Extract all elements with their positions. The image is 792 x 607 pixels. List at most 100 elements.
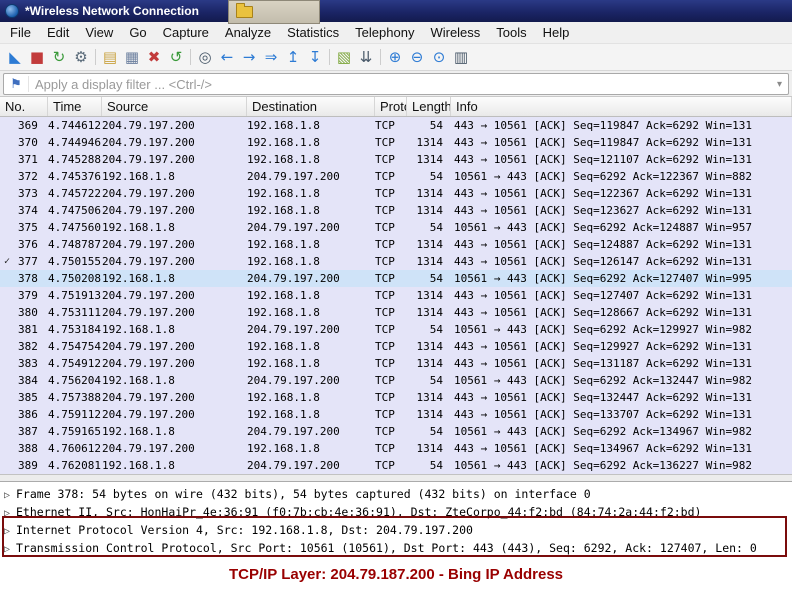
packet-row-371[interactable]: 371 4.745288 204.79.197.200 192.168.1.8 TCP 1…	[0, 151, 792, 168]
packet-row-375[interactable]: 375 4.747560 192.168.1.8 204.79.197.200 TCP 5…	[0, 219, 792, 236]
filter-bookmark-icon[interactable]: ⚑	[4, 76, 29, 92]
cell-destination: 192.168.1.8	[247, 391, 320, 404]
column-header-destination[interactable]: Destination	[247, 97, 375, 116]
packet-row-388[interactable]: 388 4.760612 204.79.197.200 192.168.1.8 TCP 1…	[0, 440, 792, 457]
cell-marker	[0, 440, 14, 457]
pane-splitter[interactable]	[0, 474, 792, 482]
cell-length: 1314	[416, 153, 444, 166]
packet-row-374[interactable]: 374 4.747506 204.79.197.200 192.168.1.8 TCP 1…	[0, 202, 792, 219]
cell-protocol: TCP	[375, 306, 395, 319]
cell-time: 4.744612	[48, 119, 101, 132]
cell-no: 378	[18, 272, 38, 285]
expand-arrow-icon[interactable]: ▷	[4, 541, 16, 557]
cell-marker	[0, 389, 14, 406]
menu-item-go[interactable]: Go	[121, 23, 154, 42]
cell-source: 204.79.197.200	[102, 442, 195, 455]
zoom-out-icon[interactable]: ⊖	[406, 46, 428, 68]
filter-dropdown-icon[interactable]: ▾	[771, 79, 788, 90]
column-header-time[interactable]: Time	[48, 97, 102, 116]
zoom-in-icon[interactable]: ⊕	[384, 46, 406, 68]
display-filter-input[interactable]: ⚑ Apply a display filter ... <Ctrl-/> ▾	[3, 73, 789, 95]
column-header-info[interactable]: Info	[451, 97, 792, 116]
expand-arrow-icon[interactable]: ▷	[4, 505, 16, 521]
go-last-packet-icon[interactable]: ↧	[304, 46, 326, 68]
go-forward-icon[interactable]: →	[238, 46, 260, 68]
cell-no: 377	[18, 255, 38, 268]
open-file-icon[interactable]: ▤	[99, 46, 121, 68]
detail-text: Transmission Control Protocol, Src Port:…	[16, 541, 757, 555]
capture-options-icon[interactable]: ⚙	[70, 46, 92, 68]
go-back-icon[interactable]: ←	[216, 46, 238, 68]
packet-row-383[interactable]: 383 4.754912 204.79.197.200 192.168.1.8 TCP 1…	[0, 355, 792, 372]
cell-source: 192.168.1.8	[102, 221, 175, 234]
stop-capture-icon[interactable]: ■	[26, 46, 48, 68]
detail-line-4[interactable]: ▷ Transmission Control Protocol, Src Port…	[4, 539, 792, 557]
menu-item-analyze[interactable]: Analyze	[217, 23, 279, 42]
packet-row-377[interactable]: ✓ 377 4.750155 204.79.197.200 192.168.1.8 TCP…	[0, 253, 792, 270]
go-to-packet-icon[interactable]: ⇒	[260, 46, 282, 68]
packet-row-385[interactable]: 385 4.757388 204.79.197.200 192.168.1.8 TCP 1…	[0, 389, 792, 406]
resize-columns-icon[interactable]: ▥	[450, 46, 472, 68]
cell-length: 1314	[416, 306, 444, 319]
go-first-packet-icon[interactable]: ↥	[282, 46, 304, 68]
packet-row-386[interactable]: 386 4.759112 204.79.197.200 192.168.1.8 TCP 1…	[0, 406, 792, 423]
packet-row-373[interactable]: 373 4.745722 204.79.197.200 192.168.1.8 TCP 1…	[0, 185, 792, 202]
cell-length: 54	[429, 272, 443, 285]
cell-source: 204.79.197.200	[102, 408, 195, 421]
menu-item-edit[interactable]: Edit	[39, 23, 77, 42]
save-file-icon[interactable]: ▦	[121, 46, 143, 68]
detail-line-1[interactable]: ▷ Frame 378: 54 bytes on wire (432 bits),…	[4, 485, 792, 503]
cell-time: 4.754754	[48, 340, 101, 353]
cell-destination: 192.168.1.8	[247, 306, 320, 319]
cell-info: 10561 → 443 [ACK] Seq=6292 Ack=124887 Wi…	[454, 221, 753, 234]
menu-item-wireless[interactable]: Wireless	[422, 23, 488, 42]
reload-icon[interactable]: ↺	[165, 46, 187, 68]
expand-arrow-icon[interactable]: ▷	[4, 523, 16, 539]
packet-row-370[interactable]: 370 4.744946 204.79.197.200 192.168.1.8 TCP 1…	[0, 134, 792, 151]
cell-info: 10561 → 443 [ACK] Seq=6292 Ack=136227 Wi…	[454, 459, 753, 472]
detail-line-2[interactable]: ▷ Ethernet II, Src: HonHaiPr_4e:36:91 (f0…	[4, 503, 792, 521]
cell-source: 204.79.197.200	[102, 238, 195, 251]
colorize-packets-icon[interactable]: ▧	[333, 46, 355, 68]
cell-protocol: TCP	[375, 340, 395, 353]
column-header-source[interactable]: Source	[102, 97, 247, 116]
detail-line-3[interactable]: ▷ Internet Protocol Version 4, Src: 192.1…	[4, 521, 792, 539]
menu-item-file[interactable]: File	[2, 23, 39, 42]
cell-time: 4.747506	[48, 204, 101, 217]
menu-item-telephony[interactable]: Telephony	[347, 23, 422, 42]
packet-row-378[interactable]: 378 4.750208 192.168.1.8 204.79.197.200 TCP 5…	[0, 270, 792, 287]
column-header-protocol[interactable]: Protoc	[375, 97, 407, 116]
cell-no: 385	[18, 391, 38, 404]
packet-row-372[interactable]: 372 4.745376 192.168.1.8 204.79.197.200 TCP 5…	[0, 168, 792, 185]
autoscroll-icon[interactable]: ⇊	[355, 46, 377, 68]
cell-protocol: TCP	[375, 408, 395, 421]
cell-no: 382	[18, 340, 38, 353]
cell-length: 1314	[416, 255, 444, 268]
packet-row-384[interactable]: 384 4.756204 192.168.1.8 204.79.197.200 TCP 5…	[0, 372, 792, 389]
menu-item-statistics[interactable]: Statistics	[279, 23, 347, 42]
restart-capture-icon[interactable]: ↻	[48, 46, 70, 68]
find-packet-icon[interactable]: ◎	[194, 46, 216, 68]
packet-row-369[interactable]: 369 4.744612 204.79.197.200 192.168.1.8 TCP 5…	[0, 117, 792, 134]
menu-item-view[interactable]: View	[77, 23, 121, 42]
packet-row-387[interactable]: 387 4.759165 192.168.1.8 204.79.197.200 TCP 5…	[0, 423, 792, 440]
packet-row-376[interactable]: 376 4.748787 204.79.197.200 192.168.1.8 TCP 1…	[0, 236, 792, 253]
packet-row-379[interactable]: 379 4.751913 204.79.197.200 192.168.1.8 TCP 1…	[0, 287, 792, 304]
packet-row-380[interactable]: 380 4.753111 204.79.197.200 192.168.1.8 TCP 1…	[0, 304, 792, 321]
cell-protocol: TCP	[375, 374, 395, 387]
cell-time: 4.745288	[48, 153, 101, 166]
menu-item-capture[interactable]: Capture	[155, 23, 217, 42]
start-capture-icon[interactable]: ◣	[4, 46, 26, 68]
packet-row-381[interactable]: 381 4.753184 192.168.1.8 204.79.197.200 TCP 5…	[0, 321, 792, 338]
menu-item-tools[interactable]: Tools	[488, 23, 534, 42]
menu-item-help[interactable]: Help	[535, 23, 578, 42]
cell-time: 4.745376	[48, 170, 101, 183]
cell-no: 373	[18, 187, 38, 200]
expand-arrow-icon[interactable]: ▷	[4, 487, 16, 503]
packet-row-382[interactable]: 382 4.754754 204.79.197.200 192.168.1.8 TCP 1…	[0, 338, 792, 355]
zoom-reset-icon[interactable]: ⊙	[428, 46, 450, 68]
column-header-no[interactable]: No.	[0, 97, 48, 116]
column-header-length[interactable]: Length	[407, 97, 451, 116]
packet-row-389[interactable]: 389 4.762081 192.168.1.8 204.79.197.200 TCP 5…	[0, 457, 792, 474]
close-file-icon[interactable]: ✖	[143, 46, 165, 68]
